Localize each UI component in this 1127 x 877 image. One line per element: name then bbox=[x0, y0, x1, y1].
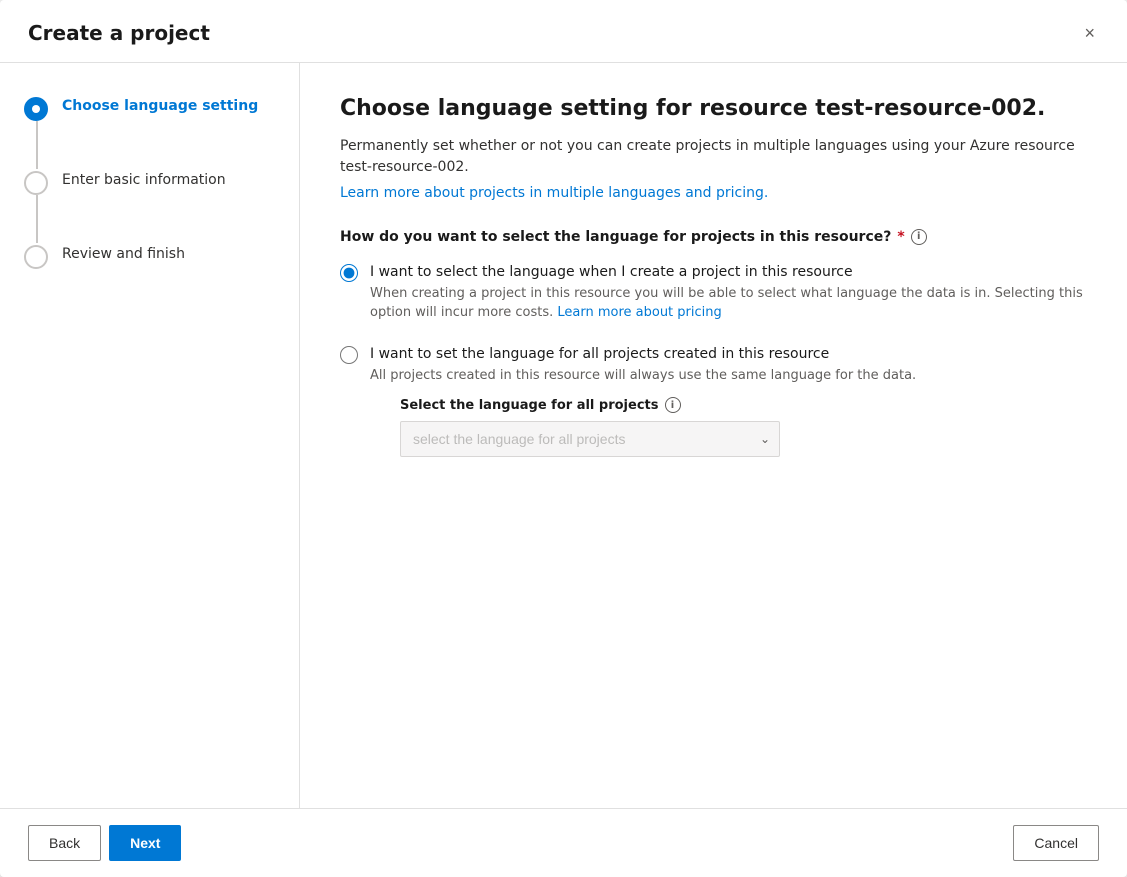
select-info-icon[interactable]: i bbox=[665, 397, 681, 413]
step-connector-2 bbox=[36, 195, 38, 243]
radio-desc-2: All projects created in this resource wi… bbox=[370, 366, 916, 386]
question-text: How do you want to select the language f… bbox=[340, 229, 891, 245]
create-project-dialog: Create a project × Choose language setti… bbox=[0, 0, 1127, 877]
radio-input-1[interactable] bbox=[340, 264, 358, 282]
radio-content-1: I want to select the language when I cre… bbox=[370, 261, 1087, 323]
radio-option-2: I want to set the language for all proje… bbox=[340, 343, 1087, 458]
radio-option-1: I want to select the language when I cre… bbox=[340, 261, 1087, 323]
section-title: Choose language setting for resource tes… bbox=[340, 95, 1087, 124]
step-item-review-finish: Review and finish bbox=[24, 243, 275, 269]
question-info-icon[interactable]: i bbox=[911, 229, 927, 245]
cancel-button[interactable]: Cancel bbox=[1013, 825, 1099, 861]
radio-content-2: I want to set the language for all proje… bbox=[370, 343, 916, 458]
back-button[interactable]: Back bbox=[28, 825, 101, 861]
sidebar: Choose language setting Enter basic info… bbox=[0, 63, 300, 808]
dialog-title: Create a project bbox=[28, 21, 210, 45]
step-item-enter-basic: Enter basic information bbox=[24, 169, 275, 195]
step-circle-3 bbox=[24, 245, 48, 269]
step-label-3: Review and finish bbox=[62, 243, 185, 262]
dialog-footer: Back Next Cancel bbox=[0, 808, 1127, 877]
step-label-2: Enter basic information bbox=[62, 169, 226, 188]
select-label-text: Select the language for all projects bbox=[400, 398, 659, 413]
select-label: Select the language for all projects i bbox=[400, 397, 916, 413]
radio-desc-1-text: When creating a project in this resource… bbox=[370, 286, 1083, 321]
learn-more-link[interactable]: Learn more about projects in multiple la… bbox=[340, 185, 768, 201]
step-connector-1 bbox=[36, 121, 38, 169]
step-label-1: Choose language setting bbox=[62, 95, 258, 114]
dialog-body: Choose language setting Enter basic info… bbox=[0, 63, 1127, 808]
radio-label-2[interactable]: I want to set the language for all proje… bbox=[370, 346, 829, 362]
step-circle-2 bbox=[24, 171, 48, 195]
language-selector-section: Select the language for all projects i s… bbox=[370, 397, 916, 457]
language-select[interactable]: select the language for all projects bbox=[400, 421, 780, 457]
close-button[interactable]: × bbox=[1080, 20, 1099, 46]
radio-desc-1: When creating a project in this resource… bbox=[370, 284, 1087, 323]
question-label: How do you want to select the language f… bbox=[340, 229, 1087, 245]
radio-label-1[interactable]: I want to select the language when I cre… bbox=[370, 264, 853, 280]
language-select-wrapper: select the language for all projects ⌄ bbox=[400, 421, 780, 457]
pricing-link[interactable]: Learn more about pricing bbox=[557, 305, 721, 320]
required-indicator: * bbox=[897, 229, 904, 245]
dialog-header: Create a project × bbox=[0, 0, 1127, 63]
main-content: Choose language setting for resource tes… bbox=[300, 63, 1127, 808]
radio-input-2[interactable] bbox=[340, 346, 358, 364]
next-button[interactable]: Next bbox=[109, 825, 181, 861]
step-circle-1 bbox=[24, 97, 48, 121]
step-item-choose-language: Choose language setting bbox=[24, 95, 275, 121]
section-desc: Permanently set whether or not you can c… bbox=[340, 136, 1087, 178]
